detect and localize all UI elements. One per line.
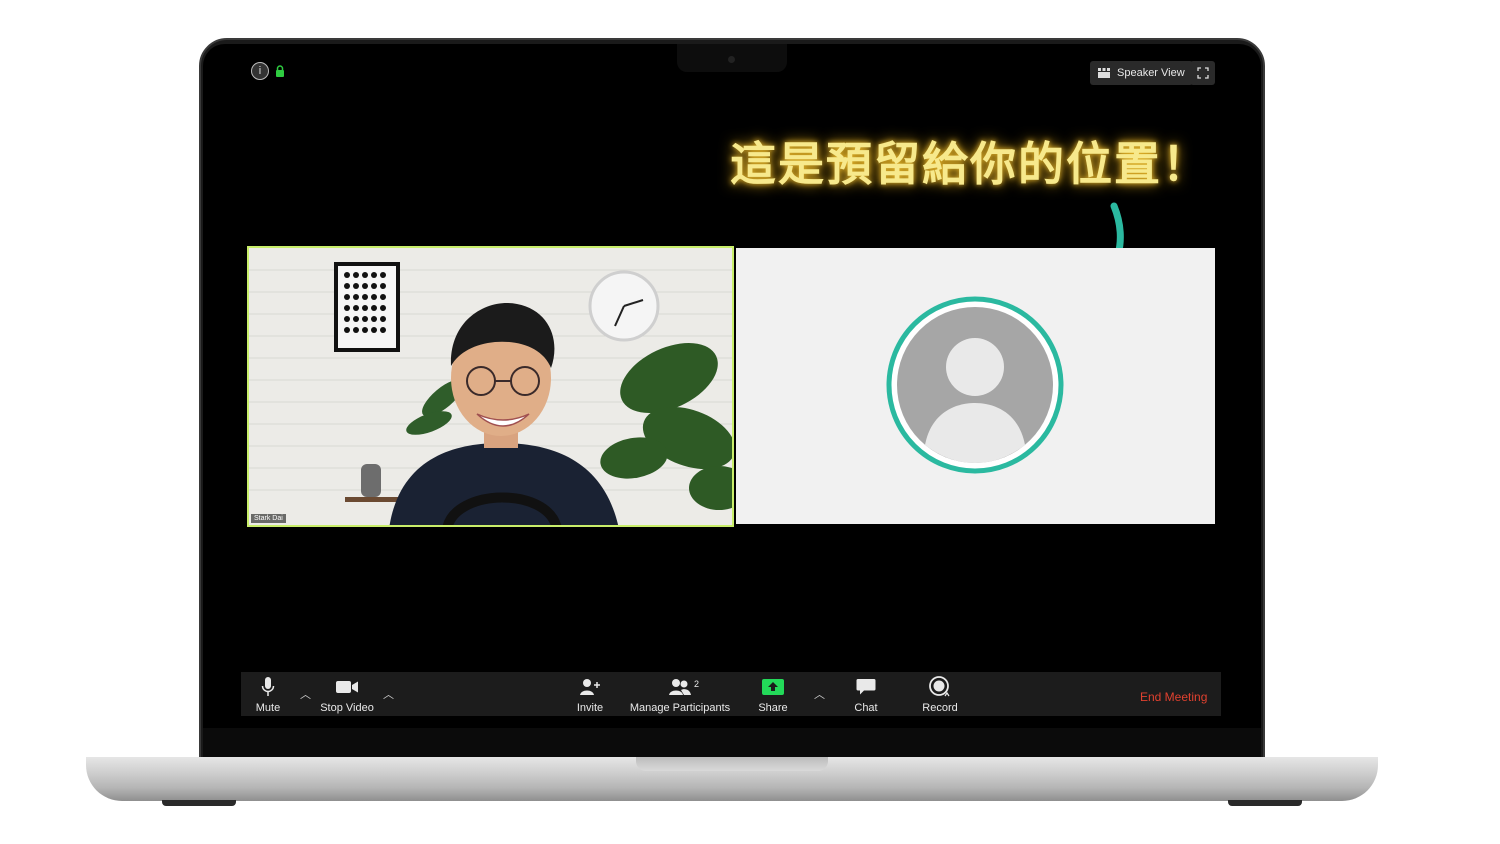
- stop-video-label: Stop Video: [320, 702, 374, 714]
- microphone-icon: [261, 677, 275, 696]
- audio-options-chevron-icon[interactable]: ︿: [300, 686, 311, 702]
- webcam-scene: [249, 248, 732, 525]
- fullscreen-icon: [1196, 67, 1209, 79]
- invite-button[interactable]: Invite: [574, 672, 606, 716]
- lock-icon[interactable]: [275, 65, 285, 77]
- default-avatar-icon: [886, 296, 1064, 474]
- chat-button[interactable]: Chat: [850, 672, 882, 716]
- speaker-view-button[interactable]: Speaker View: [1090, 61, 1193, 85]
- video-camera-icon: [336, 681, 358, 693]
- chat-label: Chat: [854, 702, 878, 714]
- mute-button[interactable]: Mute: [253, 672, 283, 716]
- share-screen-icon: [762, 679, 784, 695]
- annotation-text: 這是預留給你的位置！: [730, 137, 1210, 191]
- chat-bubble-icon: [856, 679, 876, 695]
- participant-count-badge: 2: [694, 679, 700, 689]
- stop-video-button[interactable]: Stop Video: [317, 672, 377, 716]
- video-options-chevron-icon[interactable]: ︿: [383, 686, 394, 702]
- mute-label: Mute: [255, 702, 281, 714]
- laptop-foot-left: [162, 800, 236, 806]
- add-person-icon: [580, 679, 600, 695]
- laptop-foot-right: [1228, 800, 1302, 806]
- record-label: Record: [922, 702, 958, 714]
- manage-participants-label: Manage Participants: [629, 702, 731, 714]
- invite-label: Invite: [576, 702, 604, 714]
- participant-name-tag: Stark Dai: [251, 514, 286, 523]
- info-icon[interactable]: i: [251, 62, 269, 80]
- manage-participants-button[interactable]: Manage Participants: [628, 672, 732, 716]
- record-icon: [929, 676, 950, 697]
- end-meeting-button[interactable]: End Meeting: [1140, 690, 1207, 704]
- camera-lens: [728, 56, 735, 63]
- speaker-view-label: Speaker View: [1117, 67, 1185, 79]
- record-button[interactable]: Record: [921, 672, 959, 716]
- laptop-base-notch: [636, 757, 828, 771]
- share-label: Share: [758, 702, 788, 714]
- share-button[interactable]: Share: [757, 672, 789, 716]
- grid-icon: [1098, 68, 1110, 78]
- meeting-info-group: i: [251, 62, 285, 80]
- fullscreen-button[interactable]: [1190, 61, 1215, 85]
- share-options-chevron-icon[interactable]: ︿: [814, 686, 825, 702]
- meeting-toolbar: Mute ︿ Stop Video ︿ Invite Manage Partic…: [241, 672, 1221, 716]
- self-video-tile[interactable]: Stark Dai: [247, 246, 734, 527]
- screen-bottom-bezel: [203, 728, 1261, 758]
- stage: i Speaker View 這是預留給你的位置！ Stark Dai Mute…: [0, 0, 1500, 844]
- participants-icon: [669, 679, 691, 695]
